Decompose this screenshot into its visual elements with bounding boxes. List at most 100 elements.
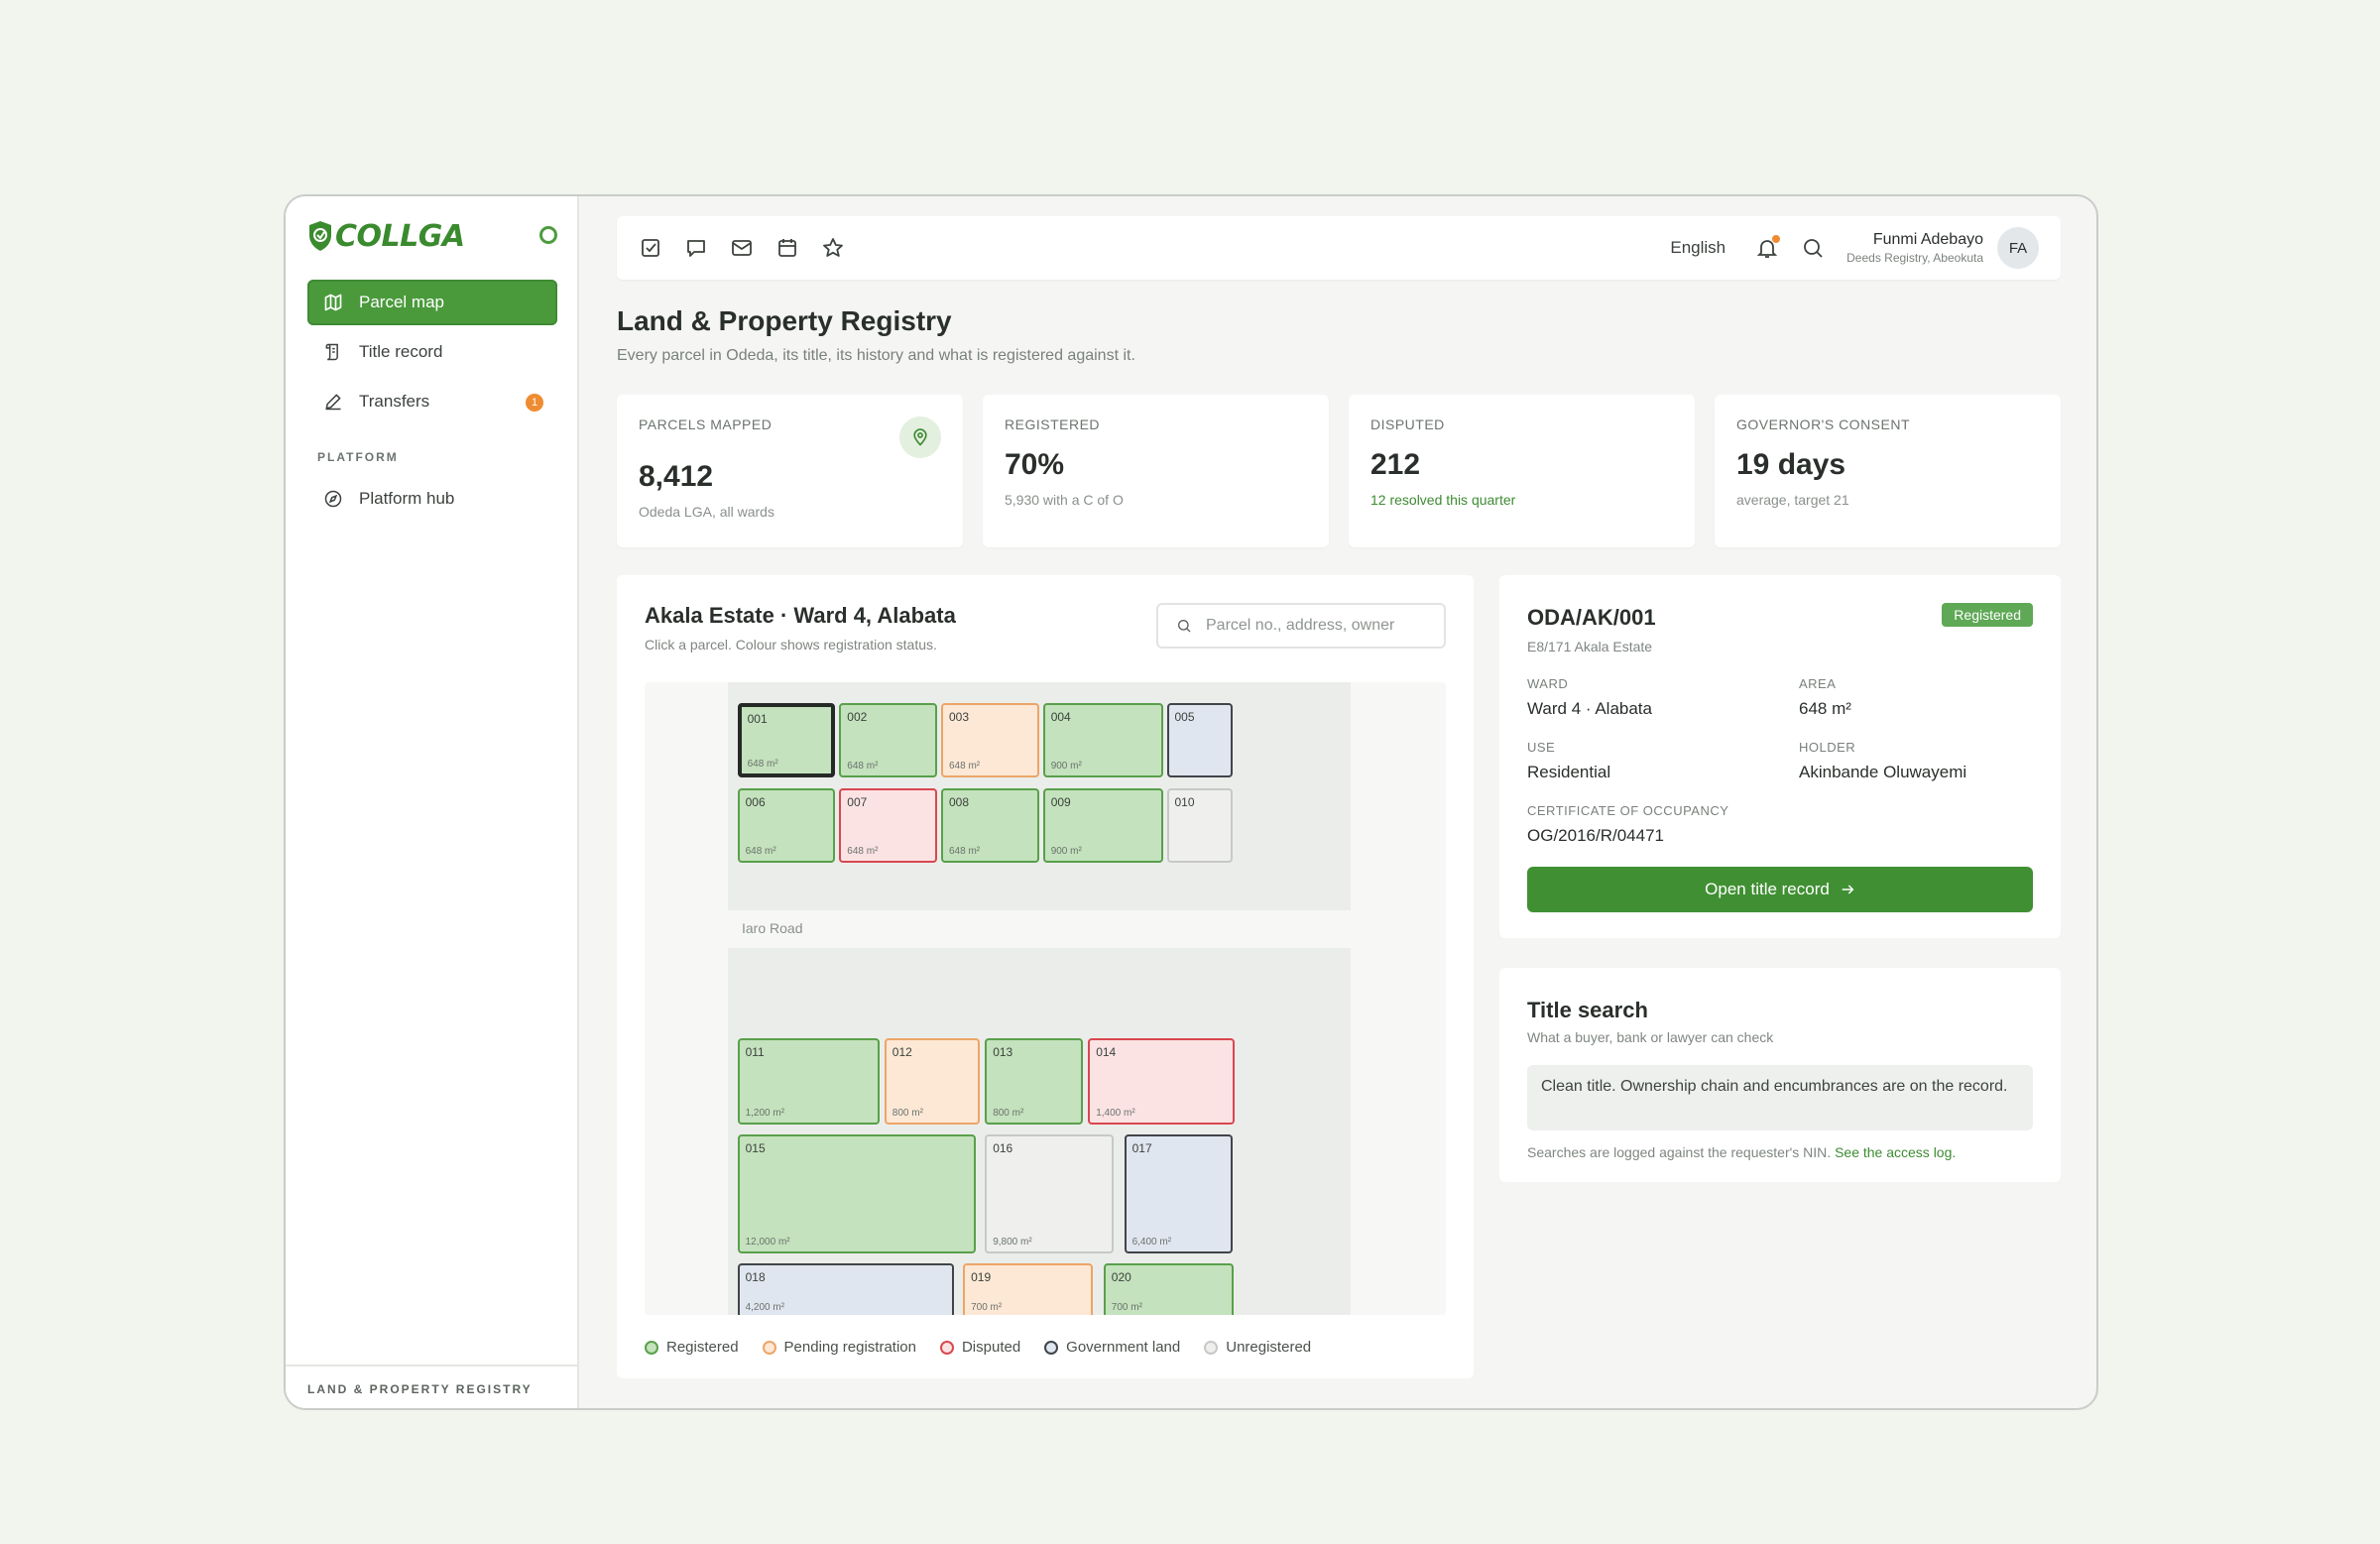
lower-block [728,948,1351,1315]
legend-label: Disputed [961,1339,1021,1356]
map-subtitle: Click a parcel. Colour shows registratio… [645,637,937,653]
sidebar-item-parcel-map[interactable]: Parcel map [307,280,557,325]
kpi-note: Odeda LGA, all wards [639,504,774,520]
parcel-id: 012 [892,1044,912,1059]
location-pin-icon [913,428,927,446]
parcel-area: 1,200 m² [745,1107,785,1119]
parcel-code: ODA/AK/001 [1527,605,1656,630]
field-ward: WARD Ward 4 · Alabata [1527,676,1652,719]
parcel-area: 648 m² [847,761,879,772]
parcel-id: 003 [949,709,970,724]
parcel-003[interactable]: 003 648 m² [941,702,1039,778]
search-icon[interactable] [1801,236,1825,260]
parcel-006[interactable]: 006 648 m² [737,787,836,863]
compass-icon [324,490,342,508]
quick-actions [639,236,845,260]
legend-swatch [645,1340,658,1355]
sidebar-item-label: Platform hub [359,489,455,508]
user-name: Funmi Adebayo [1872,231,1983,248]
legend-swatch [762,1340,776,1355]
parcel-search-input[interactable] [1206,617,1444,635]
access-log-link[interactable]: See the access log. [1835,1144,1956,1160]
legend-item-disputed: Disputed [939,1339,1021,1356]
parcel-005[interactable]: 005 [1166,702,1233,778]
kpi-value: 19 days [1736,448,1846,481]
sidebar-item-transfers[interactable]: Transfers 1 [307,379,557,424]
parcel-area: 700 m² [1111,1302,1142,1314]
parcel-014[interactable]: 014 1,400 m² [1088,1037,1236,1125]
parcel-id: 018 [745,1270,766,1285]
sidebar-nav: Parcel map Title record Transfers 1 PLAT… [307,280,557,526]
title-search-heading: Title search [1527,998,1648,1022]
parcel-map: Iaro Road 001 648 m² 002 648 m² 003 648 m² 004… [645,682,1446,1315]
parcel-009[interactable]: 009 900 m² [1042,787,1163,863]
parcel-004[interactable]: 004 900 m² [1042,702,1163,778]
avatar[interactable]: FA [1997,227,2039,269]
parcel-search [1156,603,1446,649]
parcel-017[interactable]: 017 6,400 m² [1124,1134,1233,1253]
footer-text: Searches are logged against the requeste… [1527,1144,1832,1160]
open-title-record-button[interactable]: Open title record [1527,867,2033,912]
parcel-address: E8/171 Akala Estate [1527,639,1653,654]
page-title: Land & Property Registry [617,305,952,336]
parcel-002[interactable]: 002 648 m² [839,702,938,778]
map-title: Akala Estate · Ward 4, Alabata [645,603,956,628]
legend-swatch [1204,1340,1219,1355]
parcel-id: 015 [745,1141,766,1156]
legend-swatch [1044,1340,1059,1355]
brand-name: COLLGA [335,218,465,254]
parcel-001[interactable]: 001 648 m² [737,702,836,778]
parcel-020[interactable]: 020 700 m² [1103,1263,1235,1315]
chat-icon[interactable] [684,236,708,260]
notifications-button[interactable] [1755,235,1781,260]
road-label: Iaro Road [742,920,803,936]
calendar-icon[interactable] [775,236,799,260]
kpi-label: DISPUTED [1370,416,1445,432]
mail-icon[interactable] [730,236,754,260]
parcel-008[interactable]: 008 648 m² [941,787,1039,863]
parcel-id: 001 [747,711,768,726]
kpi-card-parcels-mapped: PARCELS MAPPED 8,412 Odeda LGA, all ward… [617,395,963,547]
parcel-018[interactable]: 018 4,200 m² [737,1263,954,1315]
scroll-icon [325,343,338,361]
parcel-id: 019 [971,1270,992,1285]
status-badge: Registered [1942,603,2033,627]
parcel-id: 010 [1174,794,1195,809]
parcel-013[interactable]: 013 800 m² [985,1037,1083,1125]
location-pin-badge [899,416,941,458]
map-icon [324,294,342,311]
parcel-area: 648 m² [745,845,776,857]
parcel-area: 800 m² [892,1107,923,1119]
star-icon[interactable] [821,236,845,260]
parcel-area: 648 m² [847,845,879,857]
parcel-area: 900 m² [1050,845,1082,857]
sidebar-item-platform-hub[interactable]: Platform hub [307,476,557,522]
parcel-id: 004 [1050,709,1071,724]
title-search-result: Clean title. Ownership chain and encumbr… [1527,1065,2033,1130]
parcel-010[interactable]: 010 [1166,787,1233,863]
brand-logo[interactable]: COLLGA [307,218,465,254]
map-legend: Registered Pending registration Disputed Go… [645,1339,1311,1356]
field-label: USE [1527,740,1556,755]
topbar: English Funmi Adebayo Deeds Registry, Ab… [617,216,2061,280]
checkbox-icon[interactable] [639,236,662,260]
parcel-id: 013 [993,1044,1013,1059]
parcel-007[interactable]: 007 648 m² [839,787,938,863]
parcel-id: 009 [1050,794,1071,809]
legend-label: Unregistered [1226,1339,1312,1356]
parcel-012[interactable]: 012 800 m² [884,1037,980,1125]
kpi-row: PARCELS MAPPED 8,412 Odeda LGA, all ward… [617,395,2061,547]
parcel-id: 005 [1174,709,1195,724]
parcel-019[interactable]: 019 700 m² [963,1263,1094,1315]
parcel-area: 648 m² [949,761,981,772]
parcel-area: 6,400 m² [1131,1236,1172,1247]
parcel-011[interactable]: 011 1,200 m² [737,1037,880,1125]
language-selector[interactable]: English [1670,238,1726,258]
parcel-016[interactable]: 016 9,800 m² [985,1134,1115,1253]
parcel-id: 017 [1131,1141,1152,1156]
parcel-015[interactable]: 015 12,000 m² [737,1134,977,1253]
parcel-area: 9,800 m² [993,1236,1032,1247]
user-info[interactable]: Funmi Adebayo Deeds Registry, Abeokuta [1846,231,1983,265]
sidebar-item-title-record[interactable]: Title record [307,329,557,375]
user-org: Deeds Registry, Abeokuta [1846,251,1983,265]
